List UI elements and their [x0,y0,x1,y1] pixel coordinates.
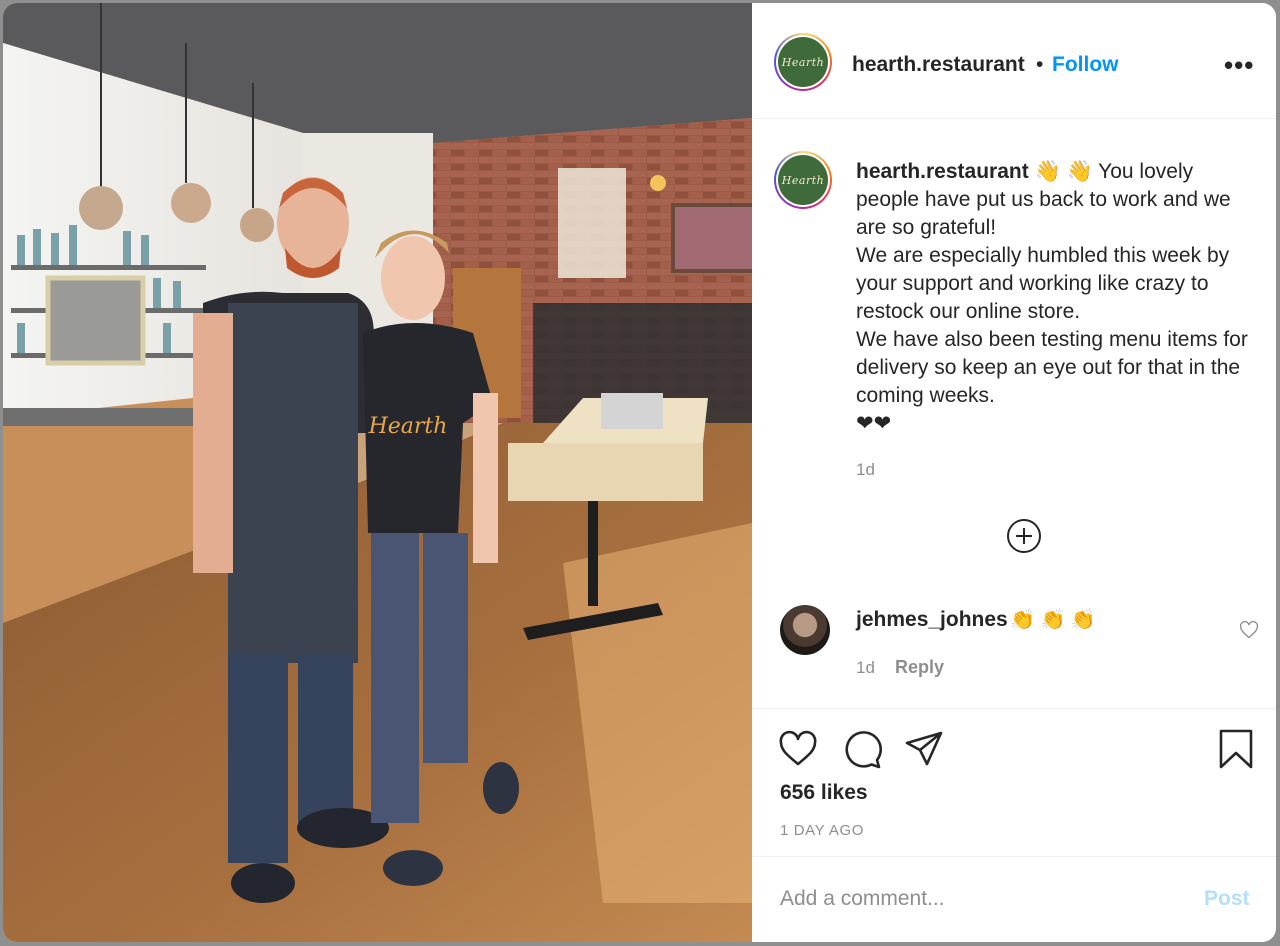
post-caption: hearth.restaurant 👋 👋 You lovely people … [856,158,1260,438]
header-separator: • [1036,53,1044,76]
hearth-logo-icon: Hearth [778,37,828,87]
restaurant-photo-illustration: Hearth [3,3,752,942]
more-options-icon[interactable]: ••• [1224,50,1254,81]
like-count[interactable]: 656 likes [780,781,868,805]
bookmark-icon[interactable] [1216,729,1256,769]
caption-username[interactable]: hearth.restaurant [856,160,1029,183]
comment-timestamp[interactable]: 1d [856,658,875,678]
photo-shirt-logo: Hearth [368,414,448,439]
post-window: Hearth Hearth hearth.restaurant • Follow… [3,3,1276,942]
add-comment-bar: Post [752,856,1276,942]
comment-username[interactable]: jehmes_johnes [856,608,1008,632]
follow-button[interactable]: Follow [1052,53,1119,77]
post-timestamp[interactable]: 1 DAY AGO [780,822,864,839]
author-username[interactable]: hearth.restaurant [852,53,1025,77]
reply-button[interactable]: Reply [895,657,944,678]
share-icon[interactable] [904,729,944,769]
author-avatar[interactable]: Hearth [774,33,832,91]
comment-like-heart-icon[interactable] [1239,620,1259,640]
comment-input[interactable] [778,883,1182,915]
commenter-avatar[interactable] [780,605,830,655]
comment-text: 👏 👏 👏 [1010,609,1096,631]
comment-icon[interactable] [842,729,882,769]
load-more-comments-icon[interactable] [1007,519,1041,553]
post-comment-button[interactable]: Post [1204,887,1250,911]
post-actions: 656 likes 1 DAY AGO [752,708,1276,857]
caption-text: 👋 👋 You lovely people have put us back t… [856,160,1248,435]
avatar-border: Hearth [776,153,830,207]
post-details-panel: Hearth hearth.restaurant • Follow ••• He… [752,3,1276,942]
hearth-logo-icon: Hearth [778,155,828,205]
avatar-border: Hearth [776,35,830,89]
heart-icon[interactable] [778,729,818,769]
caption-author-avatar[interactable]: Hearth [774,151,832,209]
post-header: Hearth hearth.restaurant • Follow ••• [752,3,1276,119]
post-photo[interactable]: Hearth [3,3,752,942]
caption-timestamp[interactable]: 1d [856,460,875,480]
